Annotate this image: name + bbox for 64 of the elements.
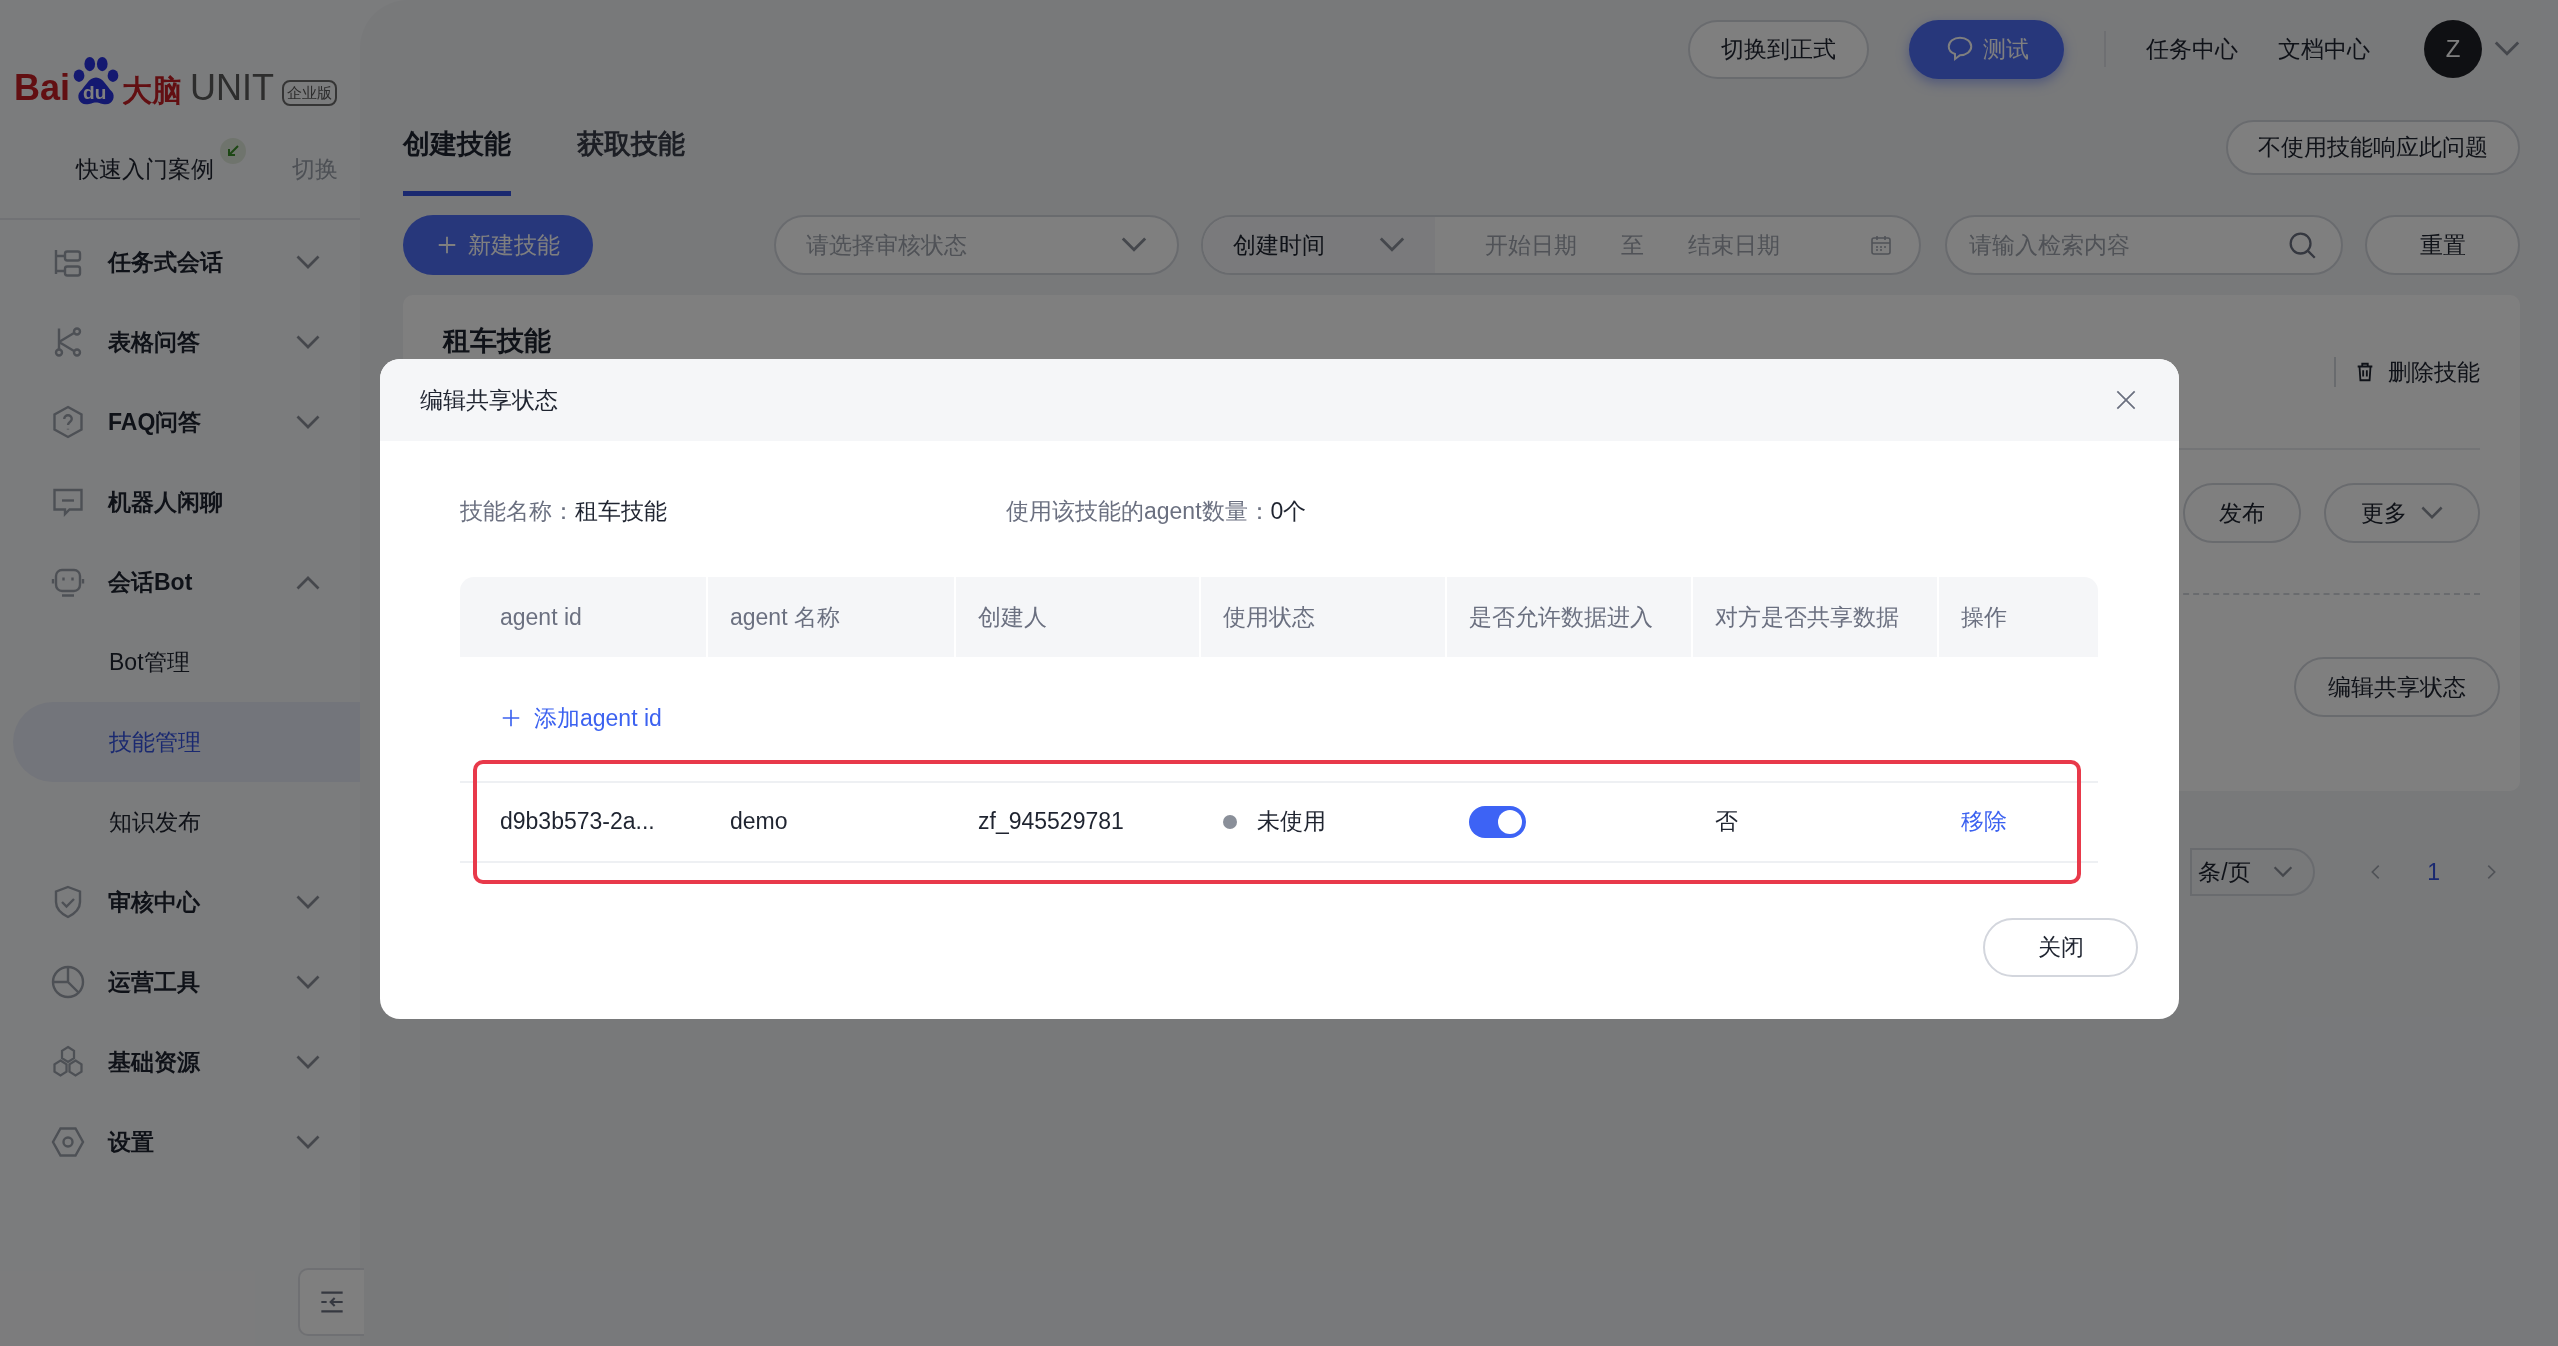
column-header: 使用状态 — [1201, 577, 1447, 657]
menu-item[interactable]: 任务式会话 — [0, 222, 360, 302]
menu-item[interactable]: 审核中心 — [0, 862, 360, 942]
menu-item[interactable]: 机器人闲聊 — [0, 462, 360, 542]
table-cell-text: 否 — [1714, 807, 1739, 837]
card-title: 租车技能 — [443, 325, 551, 357]
settings-icon — [50, 1124, 86, 1160]
info-field: 使用该技能的agent数量：0个 — [1006, 493, 1307, 529]
header-button[interactable]: 切换到正式 — [1688, 19, 1869, 79]
submenu-item[interactable]: 知识发布 — [0, 782, 360, 862]
modal-title: 编辑共享状态 — [420, 385, 558, 415]
add-agent-link[interactable]: 添加agent id — [500, 701, 662, 736]
close-button[interactable]: 关闭 — [1983, 917, 2138, 977]
table-cell-text: demo — [729, 807, 789, 837]
menu-item[interactable]: 基础资源 — [0, 1022, 360, 1102]
menu-item[interactable]: 表格问答 — [0, 302, 360, 382]
card-button[interactable]: 更多 — [2324, 483, 2480, 543]
logo-text: du — [83, 83, 107, 102]
menu-item[interactable]: FAQ问答 — [0, 382, 360, 462]
submenu-item[interactable]: 技能管理 — [13, 702, 360, 782]
reset-button[interactable]: 重置 — [2365, 215, 2520, 275]
column-header: 操作 — [1960, 602, 2008, 632]
caret-icon — [2494, 41, 2520, 57]
column-header: 创建人 — [956, 577, 1201, 657]
menu-item[interactable]: 设置 — [0, 1102, 360, 1182]
user-avatar[interactable]: Z — [2424, 20, 2482, 78]
share-status-button[interactable]: 编辑共享状态 — [2294, 657, 2500, 717]
submenu-item[interactable]: Bot管理 — [0, 622, 360, 702]
new-skill-button[interactable]: 新建技能 — [403, 215, 593, 275]
chevron-icon — [2273, 866, 2294, 878]
page-number[interactable]: 1 — [2427, 854, 2440, 890]
column-header: 是否允许数据进入 — [1447, 577, 1693, 657]
header-button[interactable]: 测试 — [1909, 19, 2064, 79]
edition-badge: 企业版 — [282, 80, 338, 106]
menu-item[interactable]: 运营工具 — [0, 942, 360, 1022]
tab[interactable]: 创建技能 — [403, 98, 511, 196]
pie-chart-icon — [50, 964, 86, 1000]
plus-icon — [436, 234, 458, 256]
column-header: 对方是否共享数据 — [1693, 577, 1939, 657]
card-button[interactable]: 发布 — [2183, 483, 2301, 543]
sidebar-collapse-button[interactable] — [298, 1268, 364, 1336]
tab[interactable]: 获取技能 — [577, 98, 685, 196]
logo-text: Bai — [14, 70, 71, 106]
delete-skill-button[interactable]: 删除技能 — [2334, 357, 2480, 387]
status-text: 未使用 — [1257, 807, 1326, 837]
column-header: agent 名称 — [708, 577, 956, 657]
question-icon — [50, 404, 86, 440]
no-skill-button[interactable]: 不使用技能响应此问题 — [2226, 119, 2520, 175]
header-link[interactable]: 任务中心 — [2146, 31, 2238, 67]
page-size-select[interactable]: 条/页 — [2190, 848, 2316, 896]
hexagons-icon — [50, 1044, 86, 1080]
table-cell-text: zf_945529781 — [977, 807, 1125, 837]
remove-link[interactable]: 移除 — [1961, 804, 2007, 839]
menu-item[interactable]: 会话Bot — [0, 542, 360, 622]
toggle-switch[interactable] — [1469, 805, 1526, 838]
product-name: UNIT — [190, 70, 275, 106]
logo-text: 大脑 — [122, 76, 183, 106]
table-cell-text: d9b3b573-2a... — [499, 807, 656, 837]
header-link[interactable]: 文档中心 — [2278, 31, 2370, 67]
chevron-icon — [2421, 506, 2443, 520]
column-header: agent id — [460, 577, 708, 657]
quick-start-link[interactable]: 快速入门案例 — [76, 151, 214, 187]
info-field: 技能名称：租车技能 — [460, 493, 1006, 529]
chevron-icon — [1121, 237, 1147, 253]
